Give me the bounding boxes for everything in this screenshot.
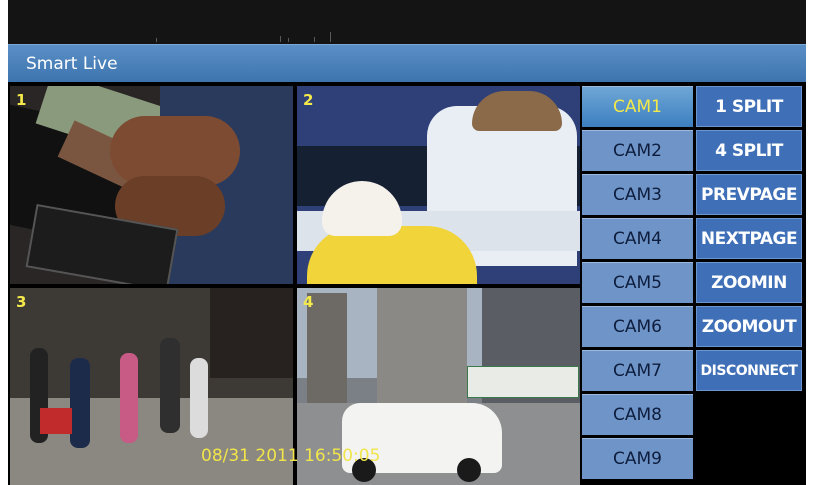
one-split-button[interactable]: 1 SPLIT (696, 86, 802, 127)
cam2-button[interactable]: CAM2 (582, 130, 693, 171)
cam3-button[interactable]: CAM3 (582, 174, 693, 215)
building (377, 288, 467, 403)
tile-number: 2 (303, 91, 314, 109)
cam8-button[interactable]: CAM8 (582, 394, 693, 435)
pedestrian (70, 358, 90, 448)
strip-tick (314, 37, 315, 42)
cam4-button[interactable]: CAM4 (582, 218, 693, 259)
camera-view-1[interactable]: 1 (10, 86, 293, 284)
tile-number: 3 (16, 293, 27, 311)
camera-view-2[interactable]: 2 (297, 86, 580, 284)
red-shopping-bag (40, 408, 72, 434)
tile-number: 4 (303, 293, 314, 311)
main-area: 1 2 3 4 08/31 2011 16:50:05 CAM1 CAM2 CA… (8, 82, 806, 485)
top-strip (8, 0, 806, 44)
pedestrian (190, 358, 208, 438)
strip-tick (288, 38, 289, 42)
storefront (210, 288, 293, 378)
cam5-button[interactable]: CAM5 (582, 262, 693, 303)
hat (472, 91, 562, 131)
window-title: Smart Live (26, 54, 118, 74)
disconnect-button[interactable]: DISCONNECT (696, 350, 802, 391)
cam7-button[interactable]: CAM7 (582, 350, 693, 391)
zoom-in-button[interactable]: ZOOMIN (696, 262, 802, 303)
next-page-button[interactable]: NEXTPAGE (696, 218, 802, 259)
pedestrian (120, 353, 138, 443)
strip-tick (330, 32, 331, 42)
cam1-button[interactable]: CAM1 (582, 86, 693, 127)
title-bar: Smart Live (8, 44, 806, 82)
cam6-button[interactable]: CAM6 (582, 306, 693, 347)
bus (467, 366, 579, 398)
zoom-out-button[interactable]: ZOOMOUT (696, 306, 802, 347)
wheel (457, 458, 481, 482)
tile-number: 1 (16, 91, 27, 109)
strip-tick (280, 36, 281, 42)
pedestrian (160, 338, 180, 433)
four-split-button[interactable]: 4 SPLIT (696, 130, 802, 171)
timestamp-overlay: 08/31 2011 16:50:05 (201, 446, 381, 466)
strip-tick (156, 38, 157, 42)
cam9-button[interactable]: CAM9 (582, 438, 693, 479)
prev-page-button[interactable]: PREVPAGE (696, 174, 802, 215)
